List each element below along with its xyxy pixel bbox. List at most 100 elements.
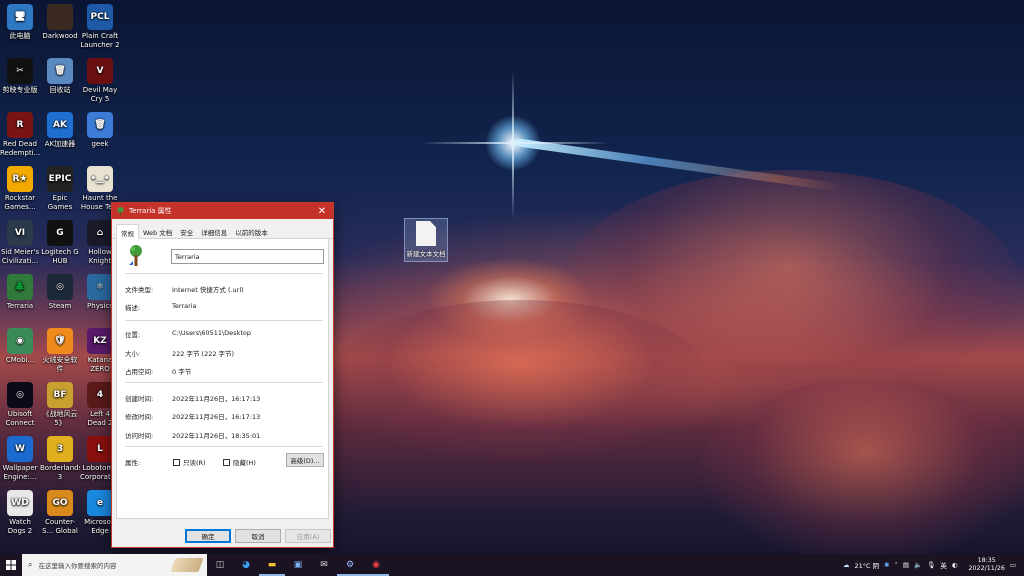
row-key: 属性: [125, 459, 141, 467]
ime-mode-icon[interactable]: ◐ [952, 561, 958, 569]
desktop-icon[interactable]: GO Counter-S... Global Off... [40, 490, 80, 535]
taskbar-search-box[interactable]: ⌕ 在这里输入你要搜索的内容 [22, 554, 207, 576]
app-icon: ◎ [7, 382, 33, 408]
desktop-icon-label: CMobi... [5, 356, 35, 364]
row-value: 2022年11月26日，16:17:13 [172, 413, 261, 421]
desktop-icon[interactable]: EPIC Epic Games Launcher [40, 166, 80, 211]
app-icon[interactable]: ⚙ [337, 554, 363, 576]
checkbox-box[interactable] [173, 458, 180, 466]
hidden-checkbox[interactable]: 隐藏(H) [223, 457, 256, 467]
row-value: 2022年11月26日，16:17:13 [172, 395, 261, 403]
desktop-icon[interactable]: 🖥 此电脑 [0, 4, 40, 41]
dialog-titlebar[interactable]: Terraria 属性 ✕ [112, 203, 333, 219]
apply-button[interactable]: 应用(A) [285, 529, 331, 543]
mail-icon[interactable]: ✉ [311, 554, 337, 576]
desktop-icon-label: Epic Games Launcher [47, 194, 73, 211]
desktop-file-new-text-document[interactable]: 新建文本文档 [404, 218, 448, 262]
desktop-icon[interactable]: R★ Rockstar Games... [0, 166, 40, 211]
desktop-icon[interactable]: 3 Borderlands 3 [40, 436, 80, 481]
desktop-icon[interactable]: VI Sid Meier's Civilizati... [0, 220, 40, 265]
app-icon: WD [7, 490, 33, 516]
name-field[interactable]: Terraria [171, 249, 324, 264]
row-location: 位置: C:\Users\60511\Desktop [125, 329, 251, 339]
desktop-icon[interactable]: PCL Plain Craft Launcher 2 [80, 4, 120, 49]
divider [125, 273, 323, 274]
microphone-icon[interactable]: 🎙 [927, 561, 935, 569]
row-key: 访问时间: [125, 432, 154, 440]
network-icon[interactable]: ▤ [903, 561, 909, 569]
chevron-up-icon[interactable]: ˄ [895, 561, 898, 569]
weather-text[interactable]: 21°C 阴 [855, 560, 880, 570]
edge-icon[interactable]: ◕ [233, 554, 259, 576]
desktop-icon[interactable]: 🗑 geek [80, 112, 120, 149]
desktop-icon[interactable]: V Devil May Cry 5 [80, 58, 120, 103]
app-icon: PCL [87, 4, 113, 30]
desktop-icon[interactable]: 🌲 Terraria [0, 274, 40, 311]
windows-start-icon[interactable] [0, 554, 22, 576]
desktop-icon[interactable]: R Red Dead Redempti... [0, 112, 40, 157]
desktop-icon[interactable]: WD Watch Dogs 2 [0, 490, 40, 535]
app-icon [47, 4, 73, 30]
app-icon: 🛡 [47, 328, 73, 354]
desktop-icon[interactable]: ✂ 剪映专业版 [0, 58, 40, 95]
notification-icon[interactable]: ▭ [1010, 561, 1016, 569]
desktop-icon[interactable]: W Wallpaper Engine:... [0, 436, 40, 481]
desktop-icon[interactable]: 🛡 火绒安全软件 [40, 328, 80, 373]
terraria-tree-icon [127, 245, 145, 267]
volume-icon[interactable]: 🔈 [914, 561, 922, 569]
desktop-icon[interactable]: ◎ Steam [40, 274, 80, 311]
clock[interactable]: 18:35 2022/11/26 [969, 557, 1005, 573]
desktop-icon-label: Wallpaper Engine:... [2, 464, 38, 481]
dialog-tabs: 常规 Web 文档 安全 详细信息 以前的版本 [112, 219, 333, 239]
ime-indicator[interactable]: 英 [940, 560, 947, 570]
app-icon: R [7, 112, 33, 138]
desktop-icon-label: Watch Dogs 2 [7, 518, 33, 535]
tab-general[interactable]: 常规 [116, 224, 139, 239]
row-key: 占用空间: [125, 368, 154, 376]
desktop-file-label: 新建文本文档 [406, 250, 446, 258]
search-icon: ⌕ [28, 560, 33, 569]
desktop-icon[interactable]: Darkwood [40, 4, 80, 41]
tab-previous-versions[interactable]: 以前的版本 [231, 224, 272, 238]
desktop-icon[interactable]: ◉ CMobi... [0, 328, 40, 365]
row-file-type: 文件类型: Internet 快捷方式 (.url) [125, 284, 244, 294]
wallpaper-cloud [330, 300, 710, 460]
bluetooth-icon[interactable]: ✱ [884, 561, 889, 569]
desktop-icon[interactable]: AK AK加速器 [40, 112, 80, 149]
desktop-icon-label: Ubisoft Connect [5, 410, 35, 427]
desktop-icon-label: Red Dead Redempti... [0, 140, 40, 157]
app-icon: 4 [87, 382, 113, 408]
tab-details[interactable]: 详细信息 [197, 224, 231, 238]
app-icon: e [87, 490, 113, 516]
app-icon: VI [7, 220, 33, 246]
desktop-icon[interactable]: G Logitech G HUB [40, 220, 80, 265]
desktop-icon[interactable]: BF 《战地风云 5》 [40, 382, 80, 427]
file-explorer-icon[interactable]: ▬ [259, 554, 285, 576]
desktop-icon-label: 回收站 [49, 86, 71, 94]
desktop-icon-label: Devil May Cry 5 [82, 86, 118, 103]
desktop-icon[interactable]: 🗑 回收站 [40, 58, 80, 95]
checkbox-box[interactable] [223, 458, 230, 466]
close-icon[interactable]: ✕ [311, 203, 333, 219]
row-description: 描述: Terraria [125, 302, 197, 312]
advanced-button[interactable]: 高级(D)... [286, 453, 324, 467]
row-created: 创建时间: 2022年11月26日，16:17:13 [125, 393, 260, 403]
cancel-button[interactable]: 取消 [235, 529, 281, 543]
store-icon[interactable]: ▣ [285, 554, 311, 576]
app-icon: 🖥 [7, 4, 33, 30]
ok-button[interactable]: 确定 [185, 529, 231, 543]
app-icon: 🗑 [47, 58, 73, 84]
divider [125, 320, 323, 321]
tab-security[interactable]: 安全 [176, 224, 197, 238]
record-icon[interactable]: ◉ [363, 554, 389, 576]
cloud-weather-icon[interactable]: ☁ [843, 561, 850, 569]
tab-web-document[interactable]: Web 文档 [139, 224, 176, 238]
readonly-checkbox[interactable]: 只读(R) [173, 457, 206, 467]
task-view-icon[interactable]: ◫ [207, 554, 233, 576]
row-size-on-disk: 占用空间: 0 字节 [125, 366, 191, 376]
app-icon: GO [47, 490, 73, 516]
desktop-icon[interactable]: ◎ Ubisoft Connect [0, 382, 40, 427]
desktop-icon-label: Steam [48, 302, 72, 310]
search-placeholder: 在这里输入你要搜索的内容 [38, 562, 117, 570]
terraria-tree-icon [116, 206, 125, 216]
